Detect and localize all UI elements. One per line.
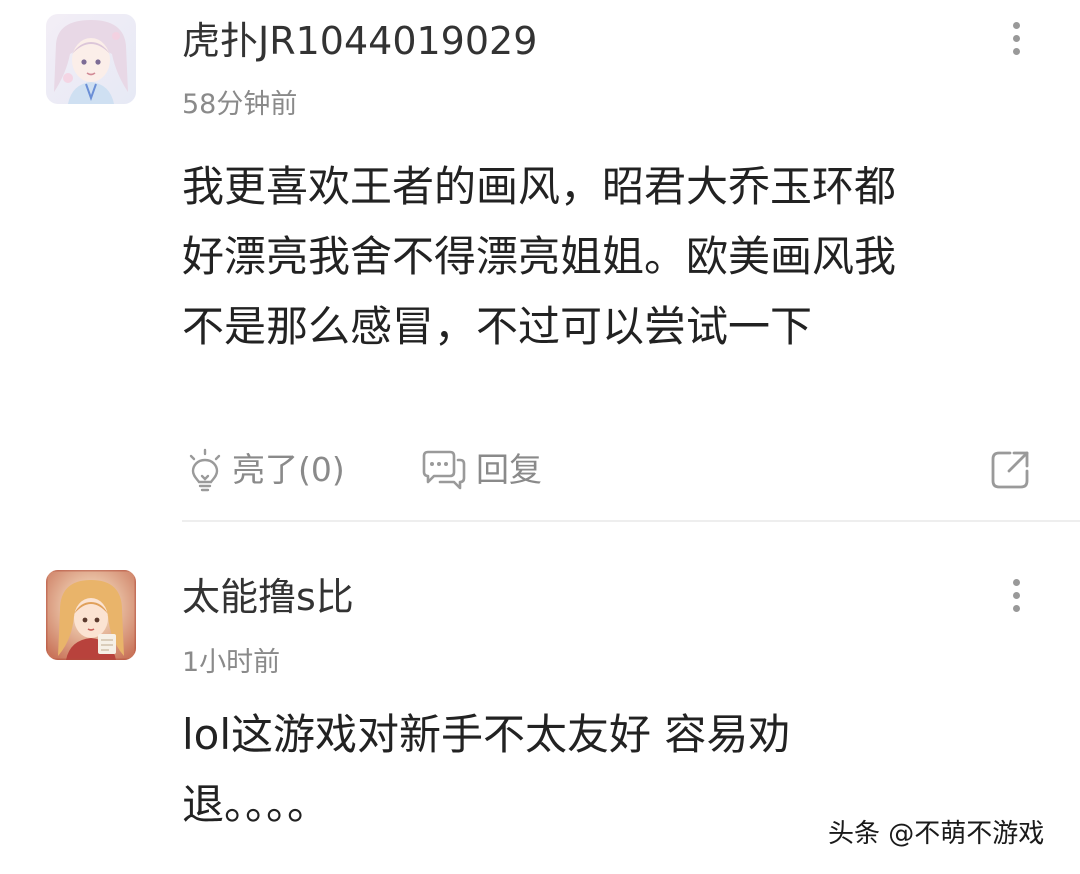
more-dot-icon	[1012, 21, 1020, 29]
comment-actions: 亮了(0) 回复	[182, 440, 1042, 500]
comment-content-line: 不是那么感冒，不过可以尝试一下	[182, 302, 813, 351]
share-button[interactable]	[984, 440, 1036, 500]
anime-girl-avatar-icon	[46, 14, 136, 104]
comment-timestamp: 58分钟前	[182, 89, 298, 120]
comment-content-line: 我更喜欢王者的画风，昭君大乔玉环都	[182, 162, 897, 211]
comment-item: 虎扑JR1044019029 58分钟前 我更喜欢王者的画风，昭君大乔玉环都 好…	[0, 0, 1080, 522]
more-dot-icon	[1012, 47, 1020, 55]
comment-username[interactable]: 太能撸s比	[182, 574, 354, 620]
like-button[interactable]: 亮了(0)	[186, 440, 345, 500]
more-dot-icon	[1012, 578, 1020, 586]
share-icon	[991, 451, 1029, 489]
comment-content-line: lol这游戏对新手不太友好 容易劝	[182, 710, 791, 759]
reply-button[interactable]: 回复	[420, 440, 542, 500]
lightbulb-icon	[189, 448, 221, 492]
more-options-button[interactable]	[998, 573, 1034, 617]
comment-username[interactable]: 虎扑JR1044019029	[182, 18, 537, 64]
watermark: 头条 @不萌不游戏	[828, 819, 1045, 849]
more-dot-icon	[1012, 34, 1020, 42]
anime-girl-avatar-icon	[46, 570, 136, 660]
user-avatar[interactable]	[46, 14, 136, 104]
comment-timestamp: 1小时前	[182, 647, 281, 678]
comment-content-line: 好漂亮我舍不得漂亮姐姐。欧美画风我	[182, 232, 897, 281]
reply-label: 回复	[476, 450, 542, 489]
comment-content: 我更喜欢王者的画风，昭君大乔玉环都 好漂亮我舍不得漂亮姐姐。欧美画风我 不是那么…	[182, 152, 1012, 362]
like-label: 亮了(0)	[232, 450, 345, 489]
more-dot-icon	[1012, 591, 1020, 599]
chat-bubble-icon	[422, 450, 466, 490]
user-avatar[interactable]	[46, 570, 136, 660]
more-options-button[interactable]	[998, 16, 1034, 60]
more-dot-icon	[1012, 604, 1020, 612]
